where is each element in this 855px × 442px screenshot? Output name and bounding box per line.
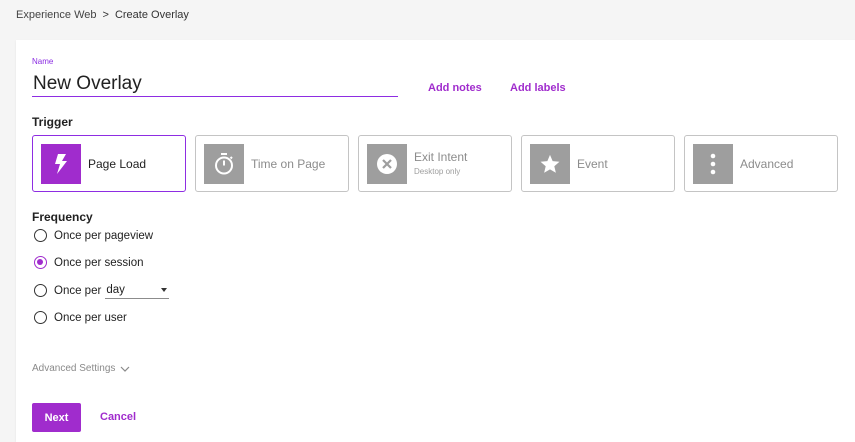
breadcrumb-experience-web[interactable]: Experience Web	[16, 9, 97, 21]
more-vertical-icon	[693, 143, 733, 184]
name-label: Name	[32, 57, 54, 66]
close-circle-icon	[367, 143, 407, 184]
radio-button[interactable]	[34, 229, 47, 242]
trigger-page-load[interactable]: Page Load	[32, 135, 186, 192]
dropdown-caret-icon	[161, 288, 168, 292]
radio-button-checked[interactable]	[34, 256, 47, 269]
lightning-bolt-icon	[41, 143, 81, 184]
trigger-time-on-page[interactable]: Time on Page	[195, 135, 349, 192]
frequency-once-per-interval[interactable]: Once per day	[34, 282, 170, 299]
breadcrumb-current: Create Overlay	[114, 9, 189, 21]
radio-button[interactable]	[34, 284, 47, 297]
frequency-option-label: Once per session	[54, 256, 144, 269]
stopwatch-icon	[204, 143, 244, 184]
breadcrumb: Experience Web > Create Overlay	[16, 9, 189, 21]
add-notes-button[interactable]: Add notes	[428, 82, 482, 94]
advanced-settings-label: Advanced Settings	[32, 363, 116, 374]
interval-select[interactable]: day	[105, 282, 170, 299]
cancel-button[interactable]: Cancel	[100, 411, 136, 423]
advanced-settings-toggle[interactable]: Advanced Settings	[32, 363, 130, 374]
trigger-time-on-page-label: Time on Page	[251, 156, 326, 171]
trigger-exit-intent-subtitle: Desktop only	[414, 167, 461, 176]
frequency-once-per-session[interactable]: Once per session	[34, 256, 144, 269]
frequency-option-label: Once per user	[54, 311, 127, 324]
trigger-advanced[interactable]: Advanced	[684, 135, 838, 192]
trigger-exit-intent[interactable]: Exit Intent Desktop only	[358, 135, 512, 192]
create-overlay-card: Name Add notes Add labels Trigger Page L…	[16, 40, 855, 442]
trigger-advanced-label: Advanced	[740, 156, 794, 171]
trigger-page-load-label: Page Load	[88, 156, 147, 171]
radio-button[interactable]	[34, 311, 47, 324]
frequency-once-per-user[interactable]: Once per user	[34, 311, 127, 324]
trigger-title: Trigger	[32, 115, 73, 129]
trigger-event-label: Event	[577, 156, 608, 171]
trigger-exit-intent-label: Exit Intent Desktop only	[414, 150, 467, 177]
chevron-down-icon	[120, 366, 130, 372]
next-button[interactable]: Next	[32, 403, 81, 432]
frequency-option-label: Once per	[54, 284, 102, 297]
breadcrumb-separator-icon: >	[102, 9, 109, 21]
interval-select-value: day	[106, 284, 125, 296]
name-input[interactable]	[32, 72, 398, 97]
frequency-once-per-pageview[interactable]: Once per pageview	[34, 229, 153, 242]
star-icon	[530, 143, 570, 184]
frequency-title: Frequency	[32, 210, 93, 224]
frequency-option-label: Once per pageview	[54, 229, 154, 242]
trigger-event[interactable]: Event	[521, 135, 675, 192]
trigger-exit-intent-title: Exit Intent	[414, 150, 468, 164]
add-labels-button[interactable]: Add labels	[510, 82, 566, 94]
